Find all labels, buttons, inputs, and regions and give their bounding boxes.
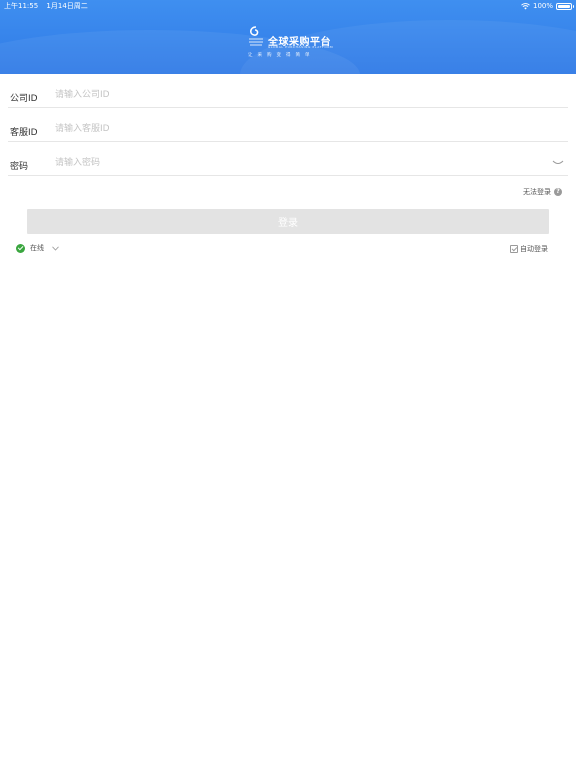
- password-input[interactable]: [55, 155, 515, 171]
- password-row: 密码: [8, 142, 568, 176]
- cannot-login-link[interactable]: 无法登录 ?: [523, 187, 562, 197]
- status-date: 1月14日周二: [46, 2, 88, 10]
- status-bar-left: 上午11:55 1月14日周二: [4, 0, 94, 12]
- online-check-icon: [16, 243, 25, 253]
- chevron-down-icon[interactable]: [52, 246, 59, 251]
- auto-login-label: 自动登录: [520, 245, 548, 253]
- status-bar: 上午11:55 1月14日周二 100%: [0, 0, 576, 12]
- logo-slogan: 让采购变得简单: [248, 53, 315, 58]
- login-button[interactable]: 登录: [27, 209, 549, 234]
- logo-english: GLOBAL PURCHASING PLATFORM: [268, 45, 334, 49]
- checkbox-checked-icon[interactable]: [510, 245, 518, 253]
- auto-login-option[interactable]: 自动登录: [510, 244, 548, 254]
- app-logo: 全球采购平台 GLOBAL PURCHASING PLATFORM 让采购变得简…: [246, 26, 334, 58]
- company-id-row: 公司ID: [8, 74, 568, 108]
- cannot-login-text: 无法登录: [523, 188, 551, 196]
- company-id-label: 公司ID: [10, 94, 38, 104]
- eye-closed-icon[interactable]: [552, 160, 564, 166]
- help-icon[interactable]: ?: [554, 188, 562, 196]
- header-banner: 上午11:55 1月14日周二 100% 全球采购平台 GLOBAL PURCH…: [0, 0, 576, 74]
- wifi-icon: [521, 2, 530, 9]
- service-id-row: 客服ID: [8, 108, 568, 142]
- service-id-input[interactable]: [55, 121, 515, 137]
- battery-icon: [556, 2, 574, 10]
- status-bar-right: 100%: [521, 0, 574, 12]
- password-label: 密码: [10, 162, 29, 172]
- status-time: 上午11:55: [4, 2, 39, 10]
- service-id-label: 客服ID: [10, 128, 38, 138]
- company-id-input[interactable]: [55, 87, 515, 103]
- brand-mark-icon: [249, 26, 263, 46]
- online-status-select[interactable]: 在线: [16, 243, 59, 253]
- online-status-label: 在线: [30, 244, 44, 252]
- battery-percent: 100%: [532, 2, 553, 10]
